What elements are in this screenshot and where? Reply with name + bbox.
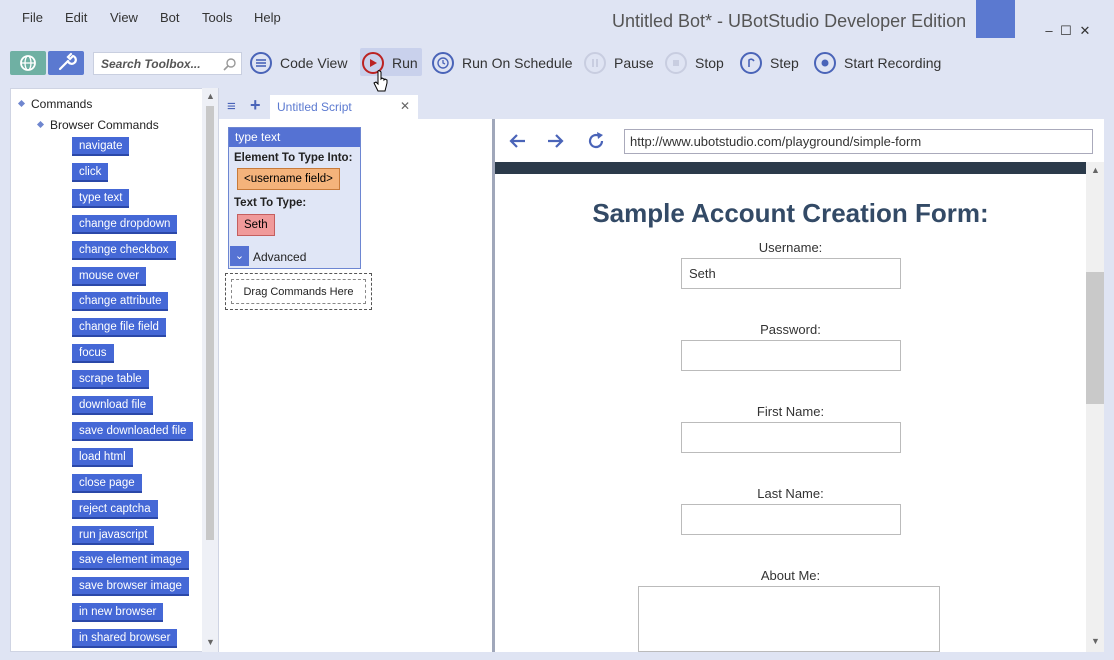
command-item[interactable]: change attribute	[72, 292, 169, 312]
record-icon	[814, 52, 836, 74]
password-field[interactable]	[681, 340, 901, 371]
scroll-down-icon[interactable]: ▼	[206, 637, 215, 647]
text-label: Text To Type:	[234, 197, 307, 209]
clock-icon	[432, 52, 454, 74]
drop-zone[interactable]: Drag Commands Here	[225, 273, 372, 310]
command-item[interactable]: in shared browser	[72, 629, 178, 649]
title-accent-block	[976, 0, 1015, 38]
tree-node-commands[interactable]: Commands	[31, 97, 92, 111]
block-title: type text	[229, 128, 360, 147]
command-item[interactable]: in new browser	[72, 603, 164, 623]
code-view-button[interactable]: Code View	[250, 52, 347, 74]
element-label: Element To Type Into:	[234, 152, 353, 164]
step-icon	[740, 52, 762, 74]
scroll-down-icon[interactable]: ▼	[1091, 636, 1100, 646]
username-label: Username:	[758, 240, 823, 255]
menu-help[interactable]: Help	[254, 10, 281, 25]
search-input[interactable]	[94, 53, 214, 74]
refresh-icon[interactable]	[586, 131, 606, 151]
stop-icon	[665, 52, 687, 74]
close-tab-icon[interactable]: ✕	[400, 99, 410, 113]
drop-zone-label: Drag Commands Here	[231, 279, 366, 304]
command-item[interactable]: save browser image	[72, 577, 189, 597]
step-button[interactable]: Step	[740, 52, 799, 74]
command-item[interactable]: scrape table	[72, 370, 149, 390]
tree-bullet-icon	[36, 120, 45, 129]
code-view-icon	[250, 52, 272, 74]
tab-label: Untitled Script	[277, 100, 352, 114]
app-window: File Edit View Bot Tools Help Untitled B…	[0, 0, 1114, 660]
command-item[interactable]: change dropdown	[72, 214, 178, 234]
about-me-textarea[interactable]	[638, 586, 940, 652]
scroll-up-icon[interactable]: ▲	[1091, 165, 1100, 175]
chevron-down-icon[interactable]: ⌄	[230, 246, 249, 266]
command-item[interactable]: type text	[72, 188, 130, 208]
command-item[interactable]: download file	[72, 396, 154, 415]
command-item[interactable]: click	[72, 162, 109, 182]
command-item[interactable]: run javascript	[72, 525, 155, 545]
minimize-button[interactable]: –	[1041, 24, 1057, 38]
last-name-field[interactable]	[681, 504, 901, 535]
close-window-button[interactable]: ✕	[1077, 24, 1093, 38]
pause-button[interactable]: Pause	[584, 52, 654, 74]
password-label: Password:	[760, 322, 821, 337]
maximize-button[interactable]: ☐	[1058, 24, 1074, 38]
page-header-bar	[495, 162, 1086, 174]
command-item[interactable]: change file field	[72, 318, 166, 338]
menu-edit[interactable]: Edit	[65, 10, 87, 25]
first-name-field[interactable]	[681, 422, 901, 453]
mouse-cursor-icon	[373, 70, 388, 92]
username-field[interactable]: Seth	[681, 258, 901, 289]
search-icon[interactable]	[223, 57, 237, 71]
toolbox-scrollbar[interactable]: ▲ ▼	[202, 88, 218, 652]
window-title: Untitled Bot* - UBotStudio Developer Edi…	[612, 11, 967, 31]
run-button[interactable]: Run	[362, 52, 418, 74]
menu-bot[interactable]: Bot	[160, 10, 180, 25]
last-name-label: Last Name:	[757, 486, 824, 501]
command-item[interactable]: close page	[72, 473, 142, 493]
browser-scrollbar[interactable]: ▲ ▼	[1086, 162, 1104, 652]
tree-bullet-icon	[17, 99, 26, 108]
menu-view[interactable]: View	[110, 10, 138, 25]
command-item[interactable]: mouse over	[72, 266, 147, 286]
form-title: Sample Account Creation Form:	[592, 198, 989, 228]
toolbox-scroll-thumb[interactable]	[206, 106, 214, 540]
pause-icon	[584, 52, 606, 74]
element-value-field[interactable]: <username field>	[237, 168, 340, 190]
back-arrow-icon[interactable]	[508, 131, 528, 151]
tab-untitled-script[interactable]: Untitled Script ✕	[270, 95, 418, 120]
command-item[interactable]: save downloaded file	[72, 421, 194, 441]
advanced-toggle[interactable]: Advanced	[253, 250, 306, 264]
wrench-icon	[58, 52, 77, 71]
tab-menu-icon[interactable]: ≡	[227, 98, 236, 115]
first-name-label: First Name:	[756, 404, 825, 419]
about-me-label: About Me:	[760, 568, 821, 583]
toolbox-search[interactable]	[93, 52, 242, 75]
text-value-field[interactable]: Seth	[237, 214, 275, 236]
browser-mode-button[interactable]	[10, 51, 46, 75]
menu-tools[interactable]: Tools	[202, 10, 232, 25]
menu-file[interactable]: File	[22, 10, 43, 25]
menu-bar: File Edit View Bot Tools Help	[0, 0, 600, 36]
run-on-schedule-button[interactable]: Run On Schedule	[432, 52, 573, 74]
command-item[interactable]: load html	[72, 447, 133, 467]
add-tab-icon[interactable]: +	[250, 95, 261, 116]
forward-arrow-icon[interactable]	[545, 131, 565, 151]
browser-scroll-thumb[interactable]	[1086, 272, 1104, 404]
command-item[interactable]: navigate	[72, 137, 130, 156]
command-item[interactable]: change checkbox	[72, 240, 176, 260]
toolbox-mode-button[interactable]	[48, 51, 84, 75]
stop-button[interactable]: Stop	[665, 52, 724, 74]
scroll-up-icon[interactable]: ▲	[206, 91, 215, 101]
command-item[interactable]: save element image	[72, 551, 189, 571]
tree-node-browser-commands[interactable]: Browser Commands	[50, 118, 159, 132]
start-recording-button[interactable]: Start Recording	[814, 52, 941, 74]
command-item[interactable]: reject captcha	[72, 499, 158, 519]
command-item[interactable]: focus	[72, 344, 114, 364]
type-text-command-block[interactable]: type text Element To Type Into: <usernam…	[228, 127, 361, 269]
address-bar[interactable]: http://www.ubotstudio.com/playground/sim…	[624, 129, 1093, 154]
globe-icon	[20, 55, 36, 71]
